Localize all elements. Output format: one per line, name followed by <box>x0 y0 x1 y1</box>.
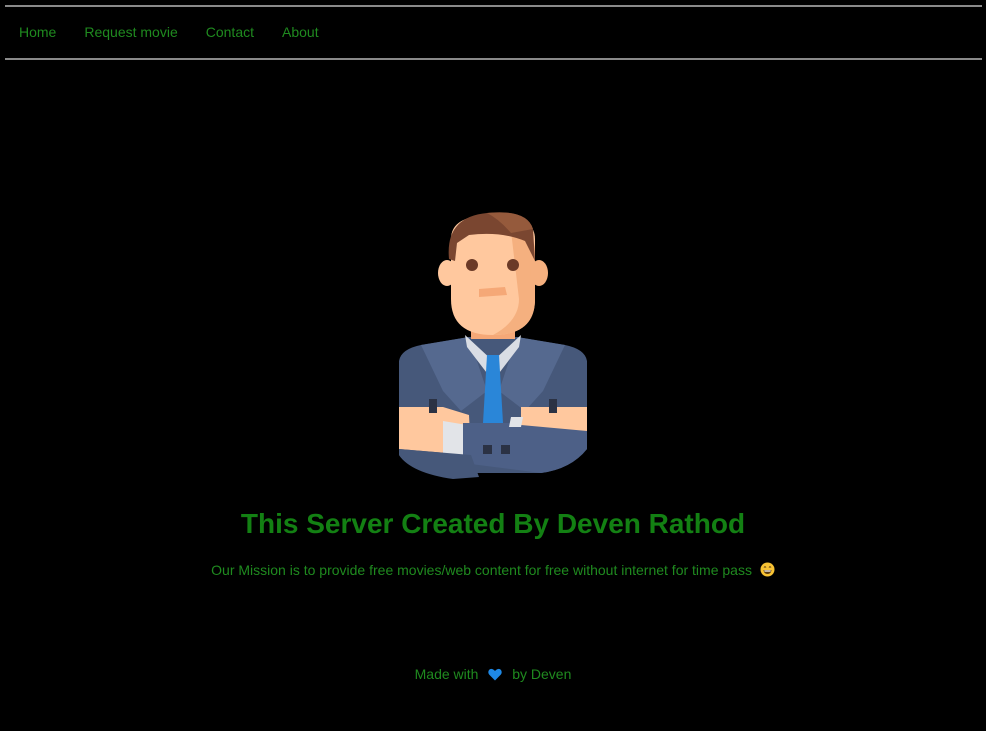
blue-heart-icon <box>488 668 503 681</box>
footer-by-text: by Deven <box>512 666 572 682</box>
page-headline: This Server Created By Deven Rathod <box>240 508 746 539</box>
businessman-avatar-icon <box>391 211 595 479</box>
mission-text: Our Mission is to provide free movies/we… <box>211 562 752 578</box>
nav-link-about[interactable]: About <box>282 23 319 40</box>
nav-link-home[interactable]: Home <box>19 23 56 40</box>
grinning-face-emoji-icon <box>760 562 775 577</box>
footer-made-with: Made with <box>414 666 479 682</box>
nav-link-request-movie[interactable]: Request movie <box>84 23 177 40</box>
top-navbar: Home Request movie Contact About <box>5 5 982 60</box>
nav-link-contact[interactable]: Contact <box>206 23 254 40</box>
footer: Made with by Deven <box>0 666 986 682</box>
nav-list: Home Request movie Contact About <box>5 7 982 58</box>
mission-statement: Our Mission is to provide free movies/we… <box>0 562 986 578</box>
